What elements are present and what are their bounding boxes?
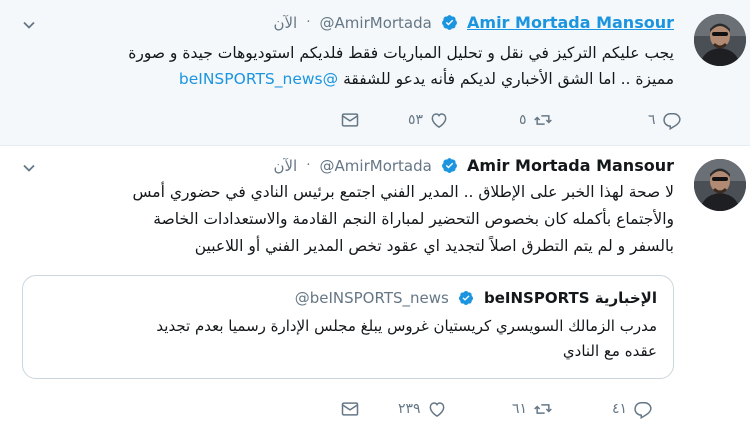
quoted-text-line: مدرب الزمالك السويسري كريستيان غروس يبلغ… [156, 317, 657, 335]
tweet-text-line: بالسفر و لم يتم التطرق اصلاً لتجديد اي ع… [194, 237, 674, 255]
avatar[interactable] [694, 159, 746, 211]
reply-button[interactable]: ٦ [648, 108, 682, 132]
retweet-button[interactable]: ٥ [519, 108, 553, 132]
tweet-text: لا صحة لهذا الخبر على الإطلاق .. المدير … [14, 179, 674, 260]
tweet-text-line: لا صحة لهذا الخبر على الإطلاق .. المدير … [132, 183, 674, 201]
author-handle[interactable]: @AmirMortada [320, 14, 432, 32]
tweet-2[interactable]: الآن · @AmirMortada Amir Mortada Mansour… [0, 147, 750, 436]
retweet-count: ٥ [519, 112, 527, 128]
quoted-text-line: عقده مع النادي [562, 342, 657, 360]
tweet-header: الآن · @AmirMortada Amir Mortada Mansour [273, 155, 674, 179]
retweet-icon [533, 115, 552, 125]
tweet-header: الآن · @AmirMortada Amir Mortada Mansour [273, 12, 674, 36]
quoted-author-handle: @beINSPORTS_news [294, 289, 449, 307]
tweet-text-line: مميزة .. اما الشق الأخباري لديكم فأنه يد… [14, 66, 674, 92]
quoted-author-name: beINSPORTS الإخبارية [484, 289, 657, 307]
retweet-button[interactable]: ٦١ [512, 397, 553, 421]
verified-badge-icon [441, 14, 458, 31]
retweet-icon [534, 404, 552, 414]
like-count: ٢٣٩ [398, 401, 421, 417]
author-name[interactable]: Amir Mortada Mansour [467, 13, 674, 32]
heart-icon [429, 402, 444, 417]
separator-dot: · [306, 15, 311, 30]
timestamp[interactable]: الآن [273, 157, 297, 175]
reply-button[interactable]: ٤١ [612, 397, 653, 421]
verified-badge-icon [441, 157, 458, 174]
author-name[interactable]: Amir Mortada Mansour [467, 156, 674, 175]
quoted-tweet[interactable]: @beINSPORTS_news beINSPORTS الإخبارية مد… [22, 275, 674, 379]
tweet-actions: ٤١ ٦١ ٢٣٩ [0, 397, 750, 421]
tweet-1[interactable]: الآن · @AmirMortada Amir Mortada Mansour… [0, 0, 750, 146]
reply-icon [634, 401, 652, 419]
separator-dot: · [306, 158, 311, 173]
like-button[interactable]: ٢٣٩ [398, 397, 447, 421]
tweet-text-segment: مميزة .. اما الشق الأخباري لديكم فأنه يد… [338, 70, 674, 88]
tweet-text: يجب عليكم التركيز في نقل و تحليل المباري… [14, 40, 674, 92]
envelope-icon [341, 402, 359, 416]
avatar-photo-icon [694, 159, 746, 211]
tweet-text-line: يجب عليكم التركيز في نقل و تحليل المباري… [128, 44, 674, 62]
chevron-down-icon[interactable] [22, 161, 36, 175]
like-button[interactable]: ٥٣ [408, 108, 449, 132]
quoted-tweet-header: @beINSPORTS_news beINSPORTS الإخبارية [295, 288, 657, 307]
timestamp[interactable]: الآن [273, 14, 297, 32]
verified-badge-icon [458, 290, 475, 307]
author-handle[interactable]: @AmirMortada [320, 157, 432, 175]
quoted-tweet-text: مدرب الزمالك السويسري كريستيان غروس يبلغ… [37, 314, 657, 364]
tweet-actions: ٦ ٥ ٥٣ [0, 108, 750, 132]
tweet-text-line: والأجتماع بأكمله كان بخصوص التحضير لمبار… [153, 210, 674, 228]
heart-icon [431, 113, 447, 128]
mention-link[interactable]: @beINSPORTS_news [179, 70, 338, 88]
avatar[interactable] [694, 14, 746, 66]
chevron-down-icon[interactable] [22, 18, 36, 32]
reply-icon [662, 112, 681, 130]
like-count: ٥٣ [408, 112, 424, 128]
reply-count: ٦ [648, 112, 656, 128]
envelope-icon [341, 113, 359, 127]
dm-button[interactable] [340, 108, 360, 132]
dm-button[interactable] [340, 397, 360, 421]
retweet-count: ٦١ [512, 401, 528, 417]
reply-count: ٤١ [612, 401, 628, 417]
avatar-photo-icon [694, 14, 746, 66]
